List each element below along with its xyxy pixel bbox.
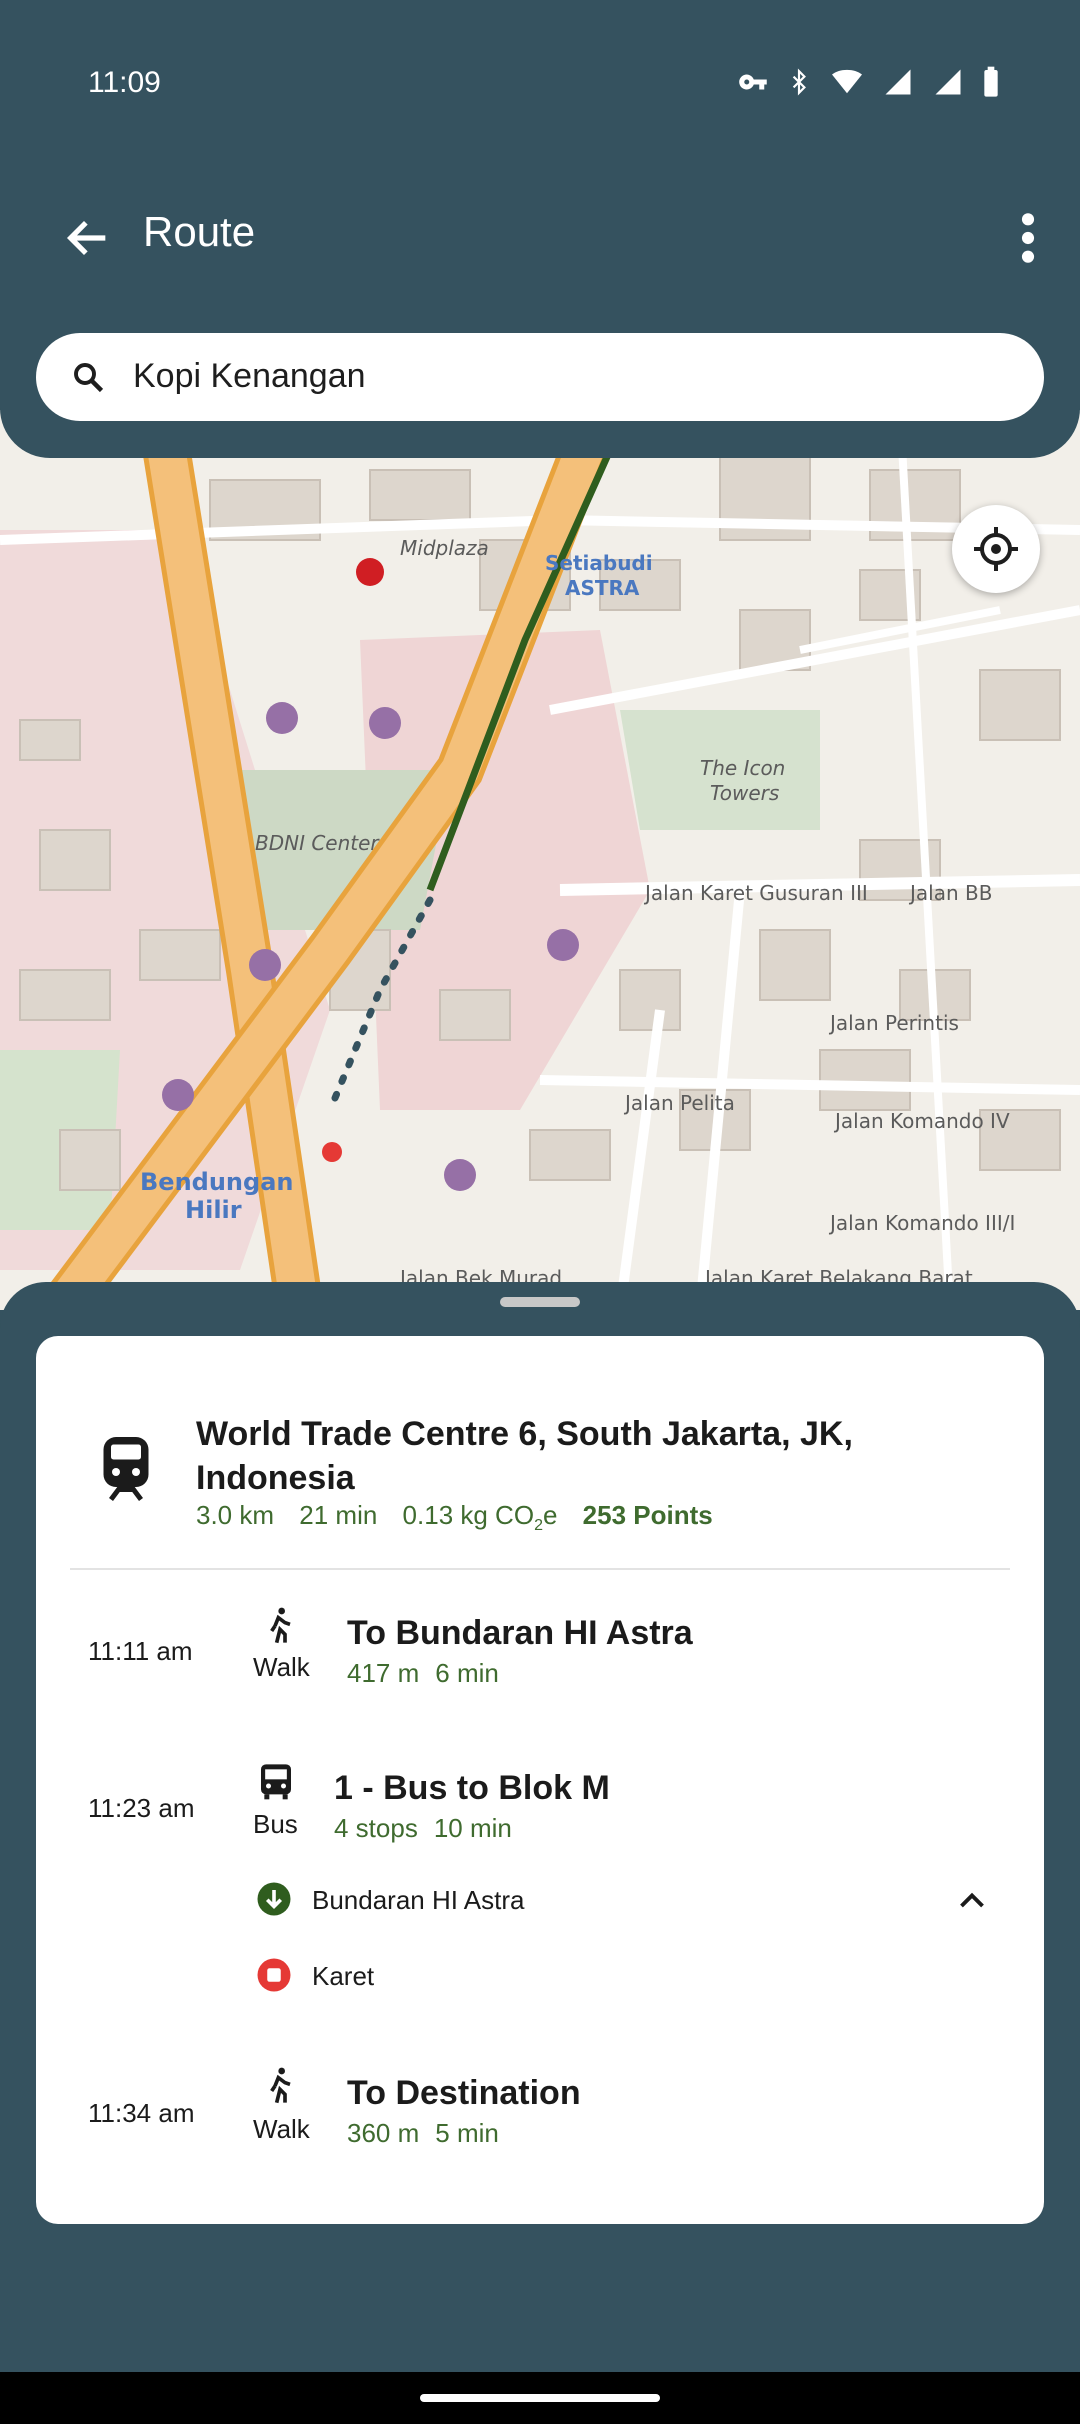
leg-duration: 10 min	[433, 1813, 512, 1843]
svg-text:BDNI Center: BDNI Center	[255, 831, 380, 855]
divider	[70, 1568, 1010, 1570]
my-location-button[interactable]	[952, 505, 1040, 593]
leg-title: 1 - Bus to Blok M	[334, 1769, 610, 1807]
board-stop-icon	[257, 1882, 291, 1916]
crosshair-icon	[974, 527, 1018, 571]
route-points: 253 Points	[582, 1500, 713, 1530]
leg-title: To Destination	[347, 2074, 581, 2112]
svg-text:Hilir: Hilir	[185, 1196, 242, 1224]
leg-time: 11:23 am	[88, 1793, 195, 1823]
train-icon	[103, 1437, 149, 1501]
alight-stop-icon	[257, 1958, 291, 1992]
route-distance: 3.0 km	[196, 1500, 275, 1530]
board-stop-label: Bundaran HI Astra	[312, 1885, 525, 1915]
leg-time: 11:11 am	[88, 1636, 193, 1666]
leg-details: 360 m 5 min	[347, 2118, 515, 2149]
route-duration: 21 min	[299, 1500, 378, 1530]
search-bar[interactable]: Kopi Kenangan	[36, 333, 1044, 421]
route-summary: 3.0 km 21 min 0.13 kg CO2e 253 Points	[196, 1500, 731, 1535]
leg-stops: 4 stops	[334, 1813, 418, 1843]
leg-mode: Walk	[253, 1652, 310, 1682]
system-nav-bar	[0, 2372, 1080, 2424]
leg-distance: 360 m	[347, 2118, 420, 2148]
leg-duration: 6 min	[435, 1658, 499, 1688]
leg-mode: Bus	[253, 1809, 298, 1839]
leg-duration: 5 min	[435, 2118, 499, 2148]
status-icons	[738, 66, 1000, 98]
svg-text:Jalan Komando IV: Jalan Komando IV	[833, 1109, 1010, 1133]
svg-text:Jalan Perintis: Jalan Perintis	[828, 1011, 959, 1035]
search-input[interactable]: Kopi Kenangan	[133, 357, 366, 396]
bluetooth-icon	[792, 68, 806, 96]
header: 11:09 Route Kopi Kenangan	[0, 0, 1080, 458]
page-title: Route	[143, 208, 256, 255]
svg-text:ASTRA: ASTRA	[565, 576, 640, 600]
destination-title: World Trade Centre 6, South Jakarta, JK,…	[196, 1415, 853, 1497]
wifi-icon	[832, 69, 862, 94]
svg-text:Midplaza: Midplaza	[400, 536, 489, 560]
svg-text:The Icon: The Icon	[700, 756, 785, 780]
app-bar: Route	[0, 180, 1080, 290]
route-details-card: World Trade Centre 6, South Jakarta, JK,…	[36, 1336, 1044, 2224]
signal-icon	[885, 69, 911, 95]
walk-icon	[270, 1607, 291, 1644]
more-options-icon[interactable]	[1016, 210, 1040, 266]
search-icon	[74, 363, 104, 393]
svg-text:Jalan Pelita: Jalan Pelita	[623, 1091, 735, 1115]
svg-text:Jalan BB: Jalan BB	[908, 881, 992, 905]
status-time: 11:09	[88, 66, 161, 99]
vpn-key-icon	[739, 74, 767, 90]
leg-time: 11:34 am	[88, 2098, 195, 2128]
alight-stop-label: Karet	[312, 1961, 375, 1991]
back-arrow-icon[interactable]	[62, 212, 114, 264]
destination-marker	[322, 1142, 342, 1162]
svg-text:Bendungan: Bendungan	[140, 1168, 293, 1196]
leg-details: 4 stops 10 min	[334, 1813, 528, 1844]
leg-distance: 417 m	[347, 1658, 420, 1688]
svg-text:Jalan Karet Gusuran III: Jalan Karet Gusuran III	[643, 881, 868, 905]
svg-text:Jalan Komando III/I: Jalan Komando III/I	[828, 1211, 1015, 1235]
route-bottom-sheet[interactable]: World Trade Centre 6, South Jakarta, JK,…	[0, 1282, 1080, 2372]
signal-roaming-icon	[935, 69, 961, 95]
leg-details: 417 m 6 min	[347, 1658, 515, 1689]
co2-subscript: 2	[534, 1517, 543, 1535]
chevron-up-icon[interactable]	[954, 1882, 990, 1918]
drag-handle[interactable]	[500, 1297, 580, 1307]
leg-title: To Bundaran HI Astra	[347, 1614, 693, 1652]
battery-icon	[984, 66, 998, 97]
bus-icon	[261, 1764, 291, 1800]
map-canvas[interactable]: Midplaza Setiabudi ASTRA The Icon Towers…	[0, 410, 1080, 1310]
home-gesture-pill[interactable]	[420, 2394, 660, 2402]
svg-text:Setiabudi: Setiabudi	[545, 551, 653, 575]
walk-icon	[270, 2067, 291, 2104]
co2-unit: e	[542, 1500, 558, 1530]
co2-value: 0.13 kg CO	[402, 1500, 535, 1530]
map-view[interactable]: Midplaza Setiabudi ASTRA The Icon Towers…	[0, 410, 1080, 1310]
leg-mode: Walk	[253, 2114, 310, 2144]
route-co2: 0.13 kg CO2e	[402, 1500, 558, 1534]
status-bar: 11:09	[0, 0, 1080, 120]
svg-text:Towers: Towers	[710, 781, 779, 805]
